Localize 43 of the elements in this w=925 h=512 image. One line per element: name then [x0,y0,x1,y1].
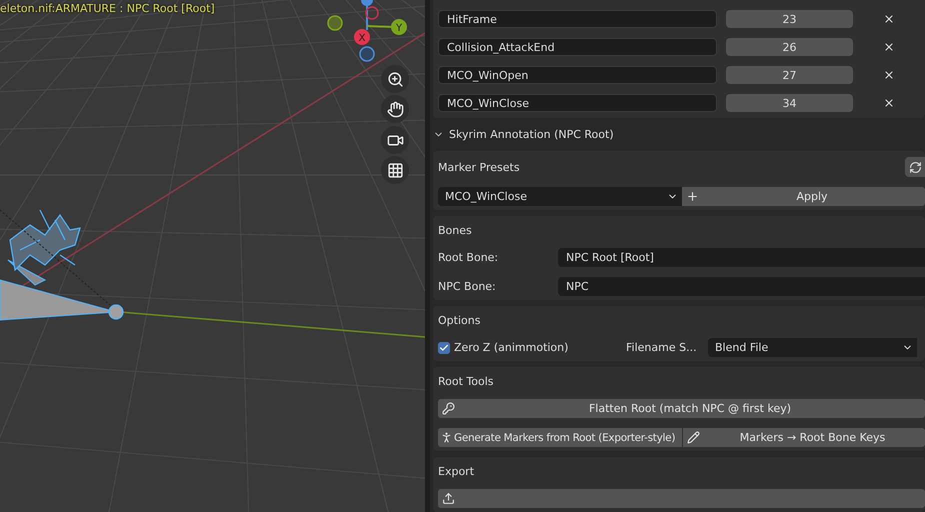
hand-icon[interactable] [381,95,409,123]
marker-name-field[interactable]: MCO_WinClose [438,94,717,112]
markers-to-keys-button[interactable]: Markers → Root Bone Keys [683,428,925,447]
checkbox-label: Zero Z (animmotion) [454,341,570,354]
preset-dropdown[interactable]: MCO_WinClose [438,187,682,206]
frame-number-field[interactable]: 26 [726,38,853,56]
zoom-icon[interactable] [381,65,409,93]
flatten-root-button[interactable]: Flatten Root (match NPC @ first key) [438,399,925,418]
grid-icon[interactable] [381,156,409,184]
figure-icon [440,431,453,444]
close-icon[interactable] [883,69,895,81]
apply-button[interactable]: Apply [682,187,925,206]
axis-gizmo-drawing: X Y [327,0,407,62]
marker-name-field[interactable]: MCO_WinOpen [438,66,717,84]
frame-number-field[interactable]: 34 [726,94,853,112]
section-title: Options [438,312,482,328]
frame-number-field[interactable]: 23 [726,10,853,28]
close-icon[interactable] [883,13,895,25]
section-title: Marker Presets [438,160,520,175]
field-label: Filename S... [626,341,698,354]
bone-name-field[interactable]: NPC Root [Root] [558,248,925,267]
section-title: Root Tools [438,374,495,389]
refresh-icon[interactable] [905,157,925,177]
upload-icon [442,492,455,505]
frame-number-field[interactable]: 27 [726,66,853,84]
zero-z-checkbox[interactable] [438,342,450,354]
viewport-header-text: eleton.nif:ARMATURE : NPC Root [Root] [0,2,215,15]
bone-name-field[interactable]: NPC [558,277,925,296]
key-icon [442,402,455,415]
close-icon[interactable] [883,97,895,109]
marker-name-field[interactable]: HitFrame [438,10,717,28]
section-title: Export [438,464,476,479]
close-icon[interactable] [883,41,895,53]
section-title: Bones [438,222,473,238]
plus-icon [686,190,699,203]
pencil-icon [687,431,700,444]
field-label: NPC Bone: [438,280,497,293]
panel-title[interactable]: Skyrim Annotation (NPC Root) [449,128,614,141]
generate-markers-button[interactable]: Generate Markers from Root (Exporter-style) [438,428,682,447]
camera-icon[interactable] [381,126,409,154]
filename-dropdown[interactable]: Blend File [708,338,917,357]
field-label: Root Bone: [438,251,500,264]
marker-name-field[interactable]: Collision_AttackEnd [438,38,717,56]
